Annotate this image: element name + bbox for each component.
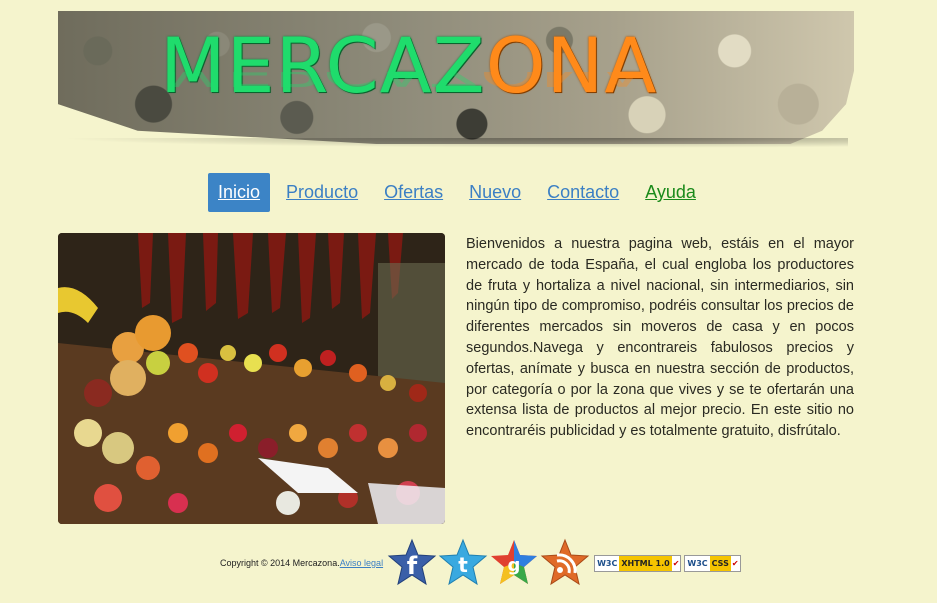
nav-ayuda[interactable]: Ayuda	[635, 173, 706, 212]
svg-text:t: t	[458, 553, 468, 577]
logo-part-1: MERCAZ	[160, 21, 486, 110]
intro-paragraph: Bienvenidos a nuestra pagina web, estáis…	[466, 236, 854, 440]
logo-reflection-part-1: MERCAZ	[160, 72, 480, 92]
svg-text:f: f	[407, 552, 418, 580]
badge-xhtml-label: XHTML 1.0	[619, 555, 672, 571]
logo-part-2: ONA	[485, 21, 658, 110]
rss-icon[interactable]	[540, 538, 590, 588]
footer: Copyright © 2014 Mercazona. Aviso legal …	[220, 538, 741, 588]
svg-text:g: g	[508, 555, 521, 576]
nav-inicio[interactable]: Inicio	[208, 173, 271, 212]
badge-css-label: CSS	[709, 555, 731, 571]
badge-w3c-label: W3C	[687, 558, 708, 568]
nav-producto[interactable]: Producto	[276, 173, 368, 212]
checkmark-icon: ✔	[672, 558, 680, 568]
nav-contacto[interactable]: Contacto	[537, 173, 629, 212]
google-icon[interactable]: g	[489, 538, 539, 588]
logo-reflection: MERCAZONA	[160, 72, 648, 92]
facebook-icon[interactable]: f	[387, 538, 437, 588]
main-nav: Inicio Producto Ofertas Nuevo Contacto A…	[208, 173, 712, 212]
market-photo-illustration	[58, 233, 445, 524]
nav-nuevo[interactable]: Nuevo	[459, 173, 531, 212]
legal-notice-link[interactable]: Aviso legal	[340, 558, 383, 568]
nav-ofertas[interactable]: Ofertas	[374, 173, 453, 212]
w3c-xhtml-badge[interactable]: W3C XHTML 1.0 ✔	[594, 554, 682, 572]
banner-shadow	[58, 138, 848, 148]
w3c-css-badge[interactable]: W3C CSS ✔	[684, 554, 741, 572]
market-stall-photo	[58, 233, 445, 524]
site-logo[interactable]: MERCAZONA	[160, 26, 657, 106]
badge-w3c-label: W3C	[597, 558, 618, 568]
copyright-text: Copyright © 2014 Mercazona.	[220, 558, 340, 568]
checkmark-icon: ✔	[731, 558, 739, 568]
logo-reflection-part-2: ONA	[480, 72, 649, 92]
twitter-icon[interactable]: t	[438, 538, 488, 588]
